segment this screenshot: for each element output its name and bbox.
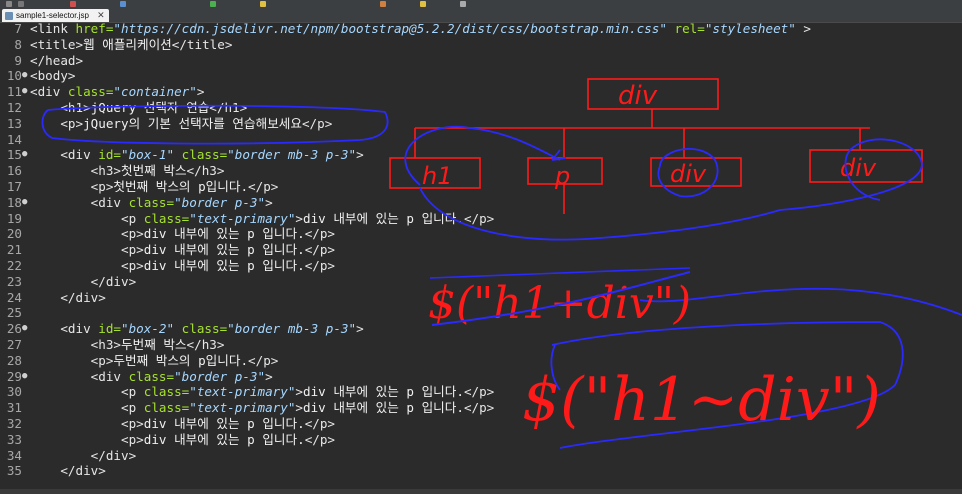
horizontal-scrollbar[interactable]	[0, 489, 962, 494]
annotation-overlay: div h1 p div div $("h1+div") $("h1~div")	[41, 78, 962, 449]
tree-node-label: div	[670, 160, 707, 188]
tree-connector	[414, 128, 861, 158]
tree-node-label: h1	[422, 162, 452, 190]
tree-node-label: p	[554, 162, 570, 190]
selector-text: $("h1~div")	[522, 365, 881, 435]
tree-root-label: div	[618, 81, 658, 111]
struck-selector: $("h1+div")	[428, 267, 691, 329]
